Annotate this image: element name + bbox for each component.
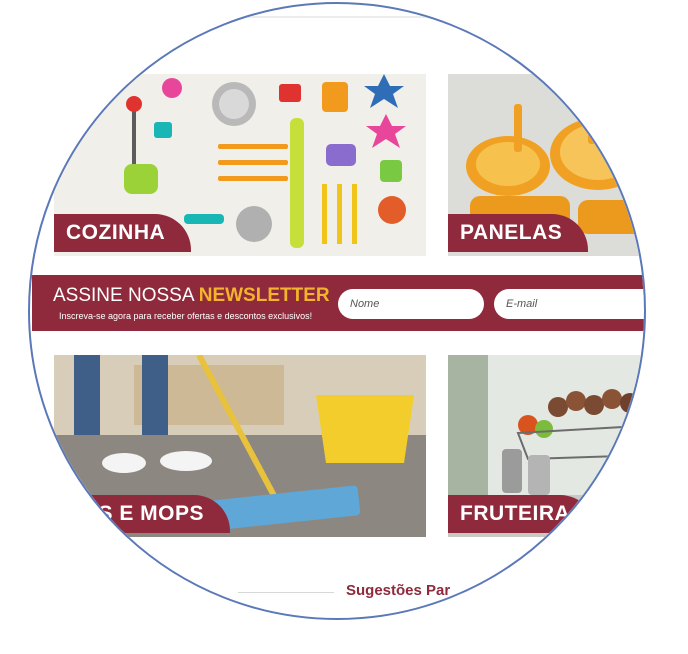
category-tile-rodos-e-mops[interactable]: DOS E MOPS bbox=[54, 355, 426, 537]
magnifier-circle: COZINHA PANELAS ASSINE NOSSA NEWSLETTER … bbox=[28, 2, 646, 620]
newsletter-subtitle: Inscreva-se agora para receber ofertas e… bbox=[59, 311, 313, 321]
category-label-fruteira: FRUTEIRA bbox=[448, 495, 597, 533]
category-label-cozinha: COZINHA bbox=[54, 214, 192, 252]
section-divider bbox=[238, 592, 334, 593]
header-divider bbox=[192, 16, 522, 18]
newsletter-banner: ASSINE NOSSA NEWSLETTER Inscreva-se agor… bbox=[32, 275, 644, 331]
category-label-panelas: PANELAS bbox=[448, 214, 589, 252]
newsletter-email-input[interactable] bbox=[494, 289, 644, 319]
page-content: COZINHA PANELAS ASSINE NOSSA NEWSLETTER … bbox=[30, 4, 644, 618]
suggestions-heading: Sugestões Par bbox=[346, 582, 451, 599]
newsletter-name-input[interactable] bbox=[338, 289, 484, 319]
category-tile-fruteira[interactable]: FRUTEIRA bbox=[448, 355, 644, 537]
newsletter-title: ASSINE NOSSA NEWSLETTER bbox=[53, 285, 330, 307]
category-label-rodos-e-mops: DOS E MOPS bbox=[54, 495, 231, 533]
newsletter-title-highlight: NEWSLETTER bbox=[198, 285, 330, 306]
category-tile-cozinha[interactable]: COZINHA bbox=[54, 74, 426, 256]
category-tile-panelas[interactable]: PANELAS bbox=[448, 74, 644, 256]
newsletter-title-prefix: ASSINE NOSSA bbox=[53, 285, 199, 306]
